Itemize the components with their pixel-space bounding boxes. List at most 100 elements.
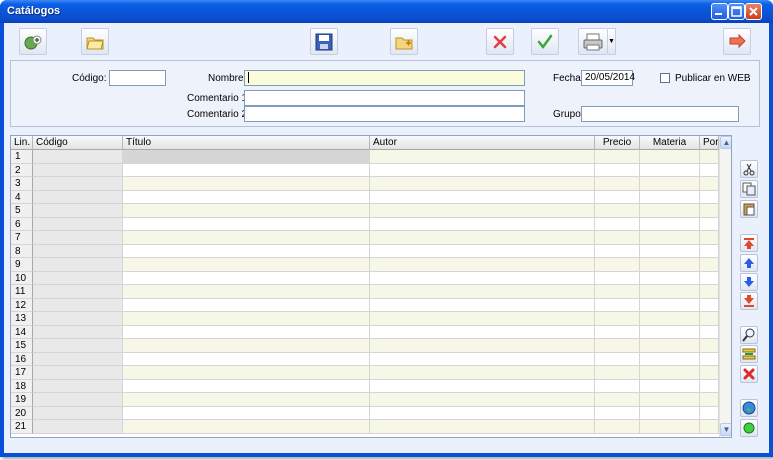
table-row[interactable]: 11 xyxy=(11,285,719,299)
table-row[interactable]: 21 xyxy=(11,420,719,434)
scroll-up-button[interactable]: ▲ xyxy=(720,136,731,149)
cell-materia[interactable] xyxy=(640,217,700,231)
cell-precio[interactable] xyxy=(595,312,640,326)
cut-button[interactable] xyxy=(740,160,758,178)
cell-precio[interactable] xyxy=(595,420,640,434)
cell-materia[interactable] xyxy=(640,285,700,299)
column-header-materia[interactable]: Materia xyxy=(640,136,700,150)
cell-codigo[interactable] xyxy=(33,379,123,393)
move-up-button[interactable] xyxy=(740,254,758,272)
cell-autor[interactable] xyxy=(370,190,595,204)
cell-titulo[interactable] xyxy=(123,217,370,231)
cell-autor[interactable] xyxy=(370,379,595,393)
cell-autor[interactable] xyxy=(370,204,595,218)
cell-materia[interactable] xyxy=(640,231,700,245)
table-row[interactable]: 3 xyxy=(11,177,719,191)
cell-precio[interactable] xyxy=(595,231,640,245)
cell-precio[interactable] xyxy=(595,339,640,353)
table-row[interactable]: 1 xyxy=(11,150,719,164)
cell-por[interactable] xyxy=(700,190,719,204)
column-header-precio[interactable]: Precio xyxy=(595,136,640,150)
maximize-button[interactable] xyxy=(728,3,745,20)
cell-por[interactable] xyxy=(700,231,719,245)
print-button[interactable] xyxy=(578,28,608,55)
cell-autor[interactable] xyxy=(370,177,595,191)
cell-autor[interactable] xyxy=(370,244,595,258)
cell-por[interactable] xyxy=(700,352,719,366)
copy-button[interactable] xyxy=(740,180,758,198)
cell-codigo[interactable] xyxy=(33,393,123,407)
cell-codigo[interactable] xyxy=(33,150,123,164)
cell-por[interactable] xyxy=(700,285,719,299)
save-button[interactable] xyxy=(310,28,338,55)
cell-titulo[interactable] xyxy=(123,244,370,258)
table-row[interactable]: 4 xyxy=(11,190,719,204)
cell-materia[interactable] xyxy=(640,339,700,353)
table-row[interactable]: 9 xyxy=(11,258,719,272)
globe-button[interactable] xyxy=(740,399,758,417)
status-button[interactable] xyxy=(740,419,758,437)
cell-materia[interactable] xyxy=(640,406,700,420)
cell-materia[interactable] xyxy=(640,352,700,366)
search-button[interactable] xyxy=(740,326,758,344)
insert-row-button[interactable] xyxy=(740,345,758,363)
cell-autor[interactable] xyxy=(370,285,595,299)
cell-por[interactable] xyxy=(700,420,719,434)
cell-titulo[interactable] xyxy=(123,352,370,366)
cell-titulo[interactable] xyxy=(123,325,370,339)
cell-por[interactable] xyxy=(700,150,719,164)
cell-por[interactable] xyxy=(700,406,719,420)
scroll-down-button[interactable]: ▼ xyxy=(720,423,731,436)
cell-precio[interactable] xyxy=(595,258,640,272)
cell-autor[interactable] xyxy=(370,325,595,339)
codigo-field[interactable] xyxy=(109,70,166,86)
cell-autor[interactable] xyxy=(370,406,595,420)
cell-autor[interactable] xyxy=(370,393,595,407)
cell-por[interactable] xyxy=(700,339,719,353)
cell-precio[interactable] xyxy=(595,379,640,393)
table-row[interactable]: 13 xyxy=(11,312,719,326)
cell-titulo[interactable] xyxy=(123,271,370,285)
cell-precio[interactable] xyxy=(595,285,640,299)
exit-button[interactable] xyxy=(723,28,751,55)
cell-precio[interactable] xyxy=(595,406,640,420)
cell-codigo[interactable] xyxy=(33,177,123,191)
cell-precio[interactable] xyxy=(595,204,640,218)
move-bottom-button[interactable] xyxy=(740,292,758,310)
table-row[interactable]: 17 xyxy=(11,366,719,380)
grid-vertical-scrollbar[interactable]: ▲ ▼ xyxy=(719,136,731,437)
cell-titulo[interactable] xyxy=(123,298,370,312)
cell-titulo[interactable] xyxy=(123,379,370,393)
cell-materia[interactable] xyxy=(640,258,700,272)
cell-por[interactable] xyxy=(700,271,719,285)
cell-codigo[interactable] xyxy=(33,204,123,218)
close-button[interactable] xyxy=(745,3,762,20)
cell-codigo[interactable] xyxy=(33,325,123,339)
cell-precio[interactable] xyxy=(595,393,640,407)
cell-codigo[interactable] xyxy=(33,217,123,231)
accept-button[interactable] xyxy=(531,28,559,55)
cell-por[interactable] xyxy=(700,366,719,380)
cell-materia[interactable] xyxy=(640,271,700,285)
cell-precio[interactable] xyxy=(595,190,640,204)
cell-titulo[interactable] xyxy=(123,204,370,218)
cell-autor[interactable] xyxy=(370,339,595,353)
table-row[interactable]: 15 xyxy=(11,339,719,353)
cell-materia[interactable] xyxy=(640,177,700,191)
cell-codigo[interactable] xyxy=(33,352,123,366)
cell-autor[interactable] xyxy=(370,163,595,177)
cancel-button[interactable] xyxy=(486,28,514,55)
cell-autor[interactable] xyxy=(370,258,595,272)
cell-precio[interactable] xyxy=(595,271,640,285)
column-header-autor[interactable]: Autor xyxy=(370,136,595,150)
publicar-web-checkbox[interactable] xyxy=(660,73,670,83)
table-row[interactable]: 20 xyxy=(11,406,719,420)
cell-autor[interactable] xyxy=(370,231,595,245)
cell-materia[interactable] xyxy=(640,312,700,326)
title-bar[interactable]: Catálogos xyxy=(0,0,773,23)
comentario2-field[interactable] xyxy=(244,106,525,122)
cell-materia[interactable] xyxy=(640,420,700,434)
open-button[interactable] xyxy=(81,28,109,55)
minimize-button[interactable] xyxy=(711,3,728,20)
move-down-button[interactable] xyxy=(740,273,758,291)
